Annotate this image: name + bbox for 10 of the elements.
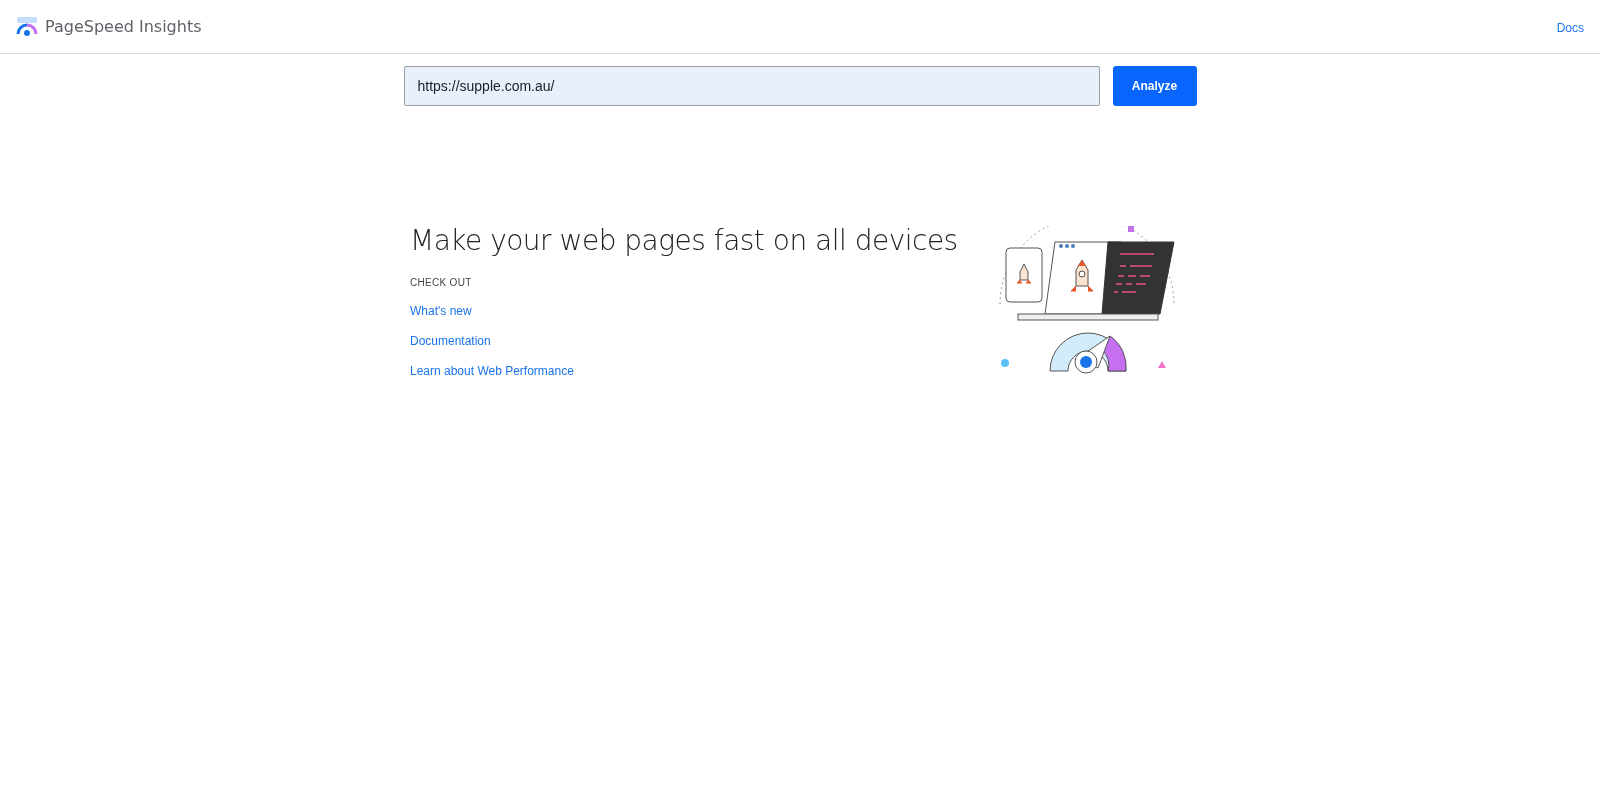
resource-link[interactable]: What's new [410, 296, 472, 326]
resource-link[interactable]: Documentation [410, 326, 491, 356]
docs-link[interactable]: Docs [1556, 20, 1584, 35]
url-input-field[interactable]: https://supple.com.au/ [403, 66, 1100, 106]
app-title: PageSpeed Insights [45, 17, 202, 36]
page-heading: Make your web pages fast on all devices [410, 224, 959, 257]
resource-link[interactable]: Learn about Web Performance [410, 356, 574, 386]
logo-icon [16, 16, 38, 37]
analyze-button[interactable]: Analyze [1112, 66, 1197, 106]
section-label: CHECK OUT [410, 277, 473, 288]
